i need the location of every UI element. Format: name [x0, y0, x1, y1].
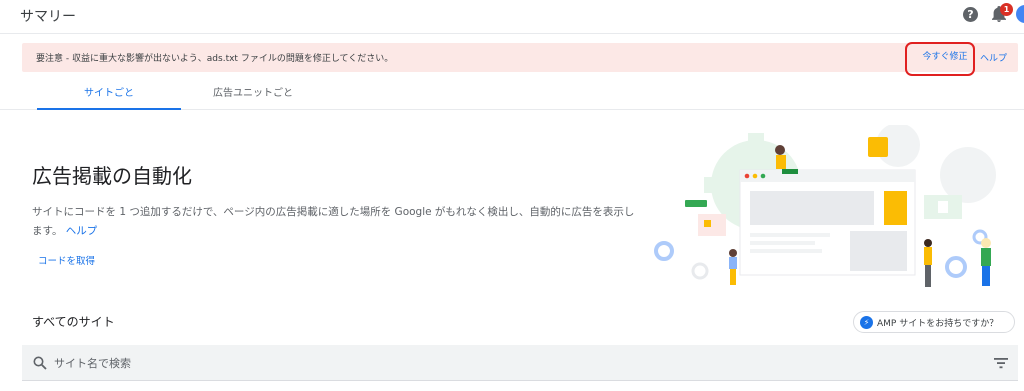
- amp-bolt-icon: ⚡: [860, 316, 873, 329]
- amp-button-label: AMP サイトをお持ちですか？: [877, 319, 999, 329]
- top-bar: サマリー ? 1: [0, 0, 1024, 34]
- amp-sites-button[interactable]: ⚡ AMP サイトをお持ちですか？: [853, 311, 1015, 333]
- person-standing-right-icon: [981, 238, 991, 286]
- search-icon: [33, 356, 47, 370]
- site-search-bar: [22, 345, 1018, 381]
- get-code-button[interactable]: コードを取得: [38, 253, 95, 267]
- auto-ads-help-link[interactable]: ヘルプ: [66, 225, 98, 237]
- fix-button-highlight: [905, 42, 975, 76]
- person-standing-left-icon: [729, 249, 737, 285]
- auto-ads-description-text: サイトにコードを 1 つ追加するだけで、ページ内の広告掲載に適した場所を Goo…: [32, 206, 635, 237]
- filter-icon[interactable]: [994, 357, 1008, 369]
- notification-badge: 1: [1000, 3, 1013, 16]
- page-title: サマリー: [20, 9, 76, 25]
- auto-ads-description: サイトにコードを 1 つ追加するだけで、ページ内の広告掲載に適した場所を Goo…: [32, 203, 642, 241]
- all-sites-heading: すべてのサイト: [32, 315, 115, 329]
- banner-message: 要注意 - 収益に重大な影響が出ないよう、ads.txt ファイルの問題を修正し…: [36, 54, 394, 64]
- person-standing-mid-icon: [924, 239, 932, 287]
- avatar[interactable]: [1016, 5, 1024, 23]
- tab-by-ad-unit[interactable]: 広告ユニットごと: [181, 80, 325, 110]
- site-search-input[interactable]: [54, 353, 954, 373]
- banner-help-link[interactable]: ヘルプ: [980, 51, 1007, 64]
- auto-ads-illustration: [648, 123, 1018, 295]
- tab-by-site[interactable]: サイトごと: [37, 80, 181, 110]
- help-icon[interactable]: ?: [963, 7, 978, 22]
- auto-ads-title: 広告掲載の自動化: [32, 164, 192, 188]
- warning-banner: 要注意 - 収益に重大な影響が出ないよう、ads.txt ファイルの問題を修正し…: [22, 43, 1018, 72]
- tab-bar: サイトごと 広告ユニットごと: [0, 80, 1024, 110]
